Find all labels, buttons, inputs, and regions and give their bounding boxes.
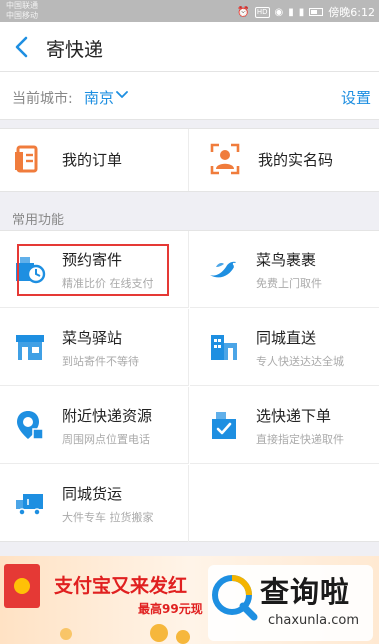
hd-icon: HD bbox=[254, 6, 270, 18]
my-id-code-button[interactable]: 我的实名码 bbox=[190, 129, 379, 191]
service-cainiao-station[interactable]: 菜鸟驿站 到站寄件不等待 bbox=[0, 309, 189, 386]
coin-icon bbox=[176, 630, 190, 644]
wifi-icon: ◉ bbox=[274, 6, 284, 18]
settings-link[interactable]: 设置 bbox=[341, 87, 371, 108]
status-time: 傍晚6:12 bbox=[328, 6, 375, 19]
carrier-2: 中国移动 bbox=[6, 11, 38, 20]
page-title: 寄快递 bbox=[46, 39, 104, 61]
service-subtitle: 专人快送达达全城 bbox=[256, 355, 344, 368]
chevron-down-icon[interactable] bbox=[116, 90, 128, 100]
service-subtitle: 直接指定快递取件 bbox=[256, 433, 344, 446]
carrier-1: 中国联通 bbox=[6, 1, 38, 10]
magnifier-logo-icon bbox=[212, 575, 258, 621]
coin-icon bbox=[60, 628, 72, 640]
watermark-domain: chaxunla.com bbox=[268, 613, 359, 628]
my-id-code-label: 我的实名码 bbox=[258, 151, 334, 169]
service-subtitle: 周围网点位置电话 bbox=[62, 433, 150, 446]
service-same-city-delivery[interactable]: 同城直送 专人快送达达全城 bbox=[190, 309, 379, 386]
my-orders-label: 我的订单 bbox=[62, 151, 123, 169]
service-subtitle: 到站寄件不等待 bbox=[62, 355, 139, 368]
service-cainiao-guoguo[interactable]: 菜鸟裹裹 免费上门取件 bbox=[190, 231, 379, 308]
banner-subtitle: 最高99元现 bbox=[138, 602, 203, 616]
id-scan-icon bbox=[210, 143, 240, 175]
service-title: 附近快递资源 bbox=[62, 407, 153, 425]
status-icons: ⏰ HD ◉ ▮ ▮ 傍晚6:12 bbox=[237, 4, 375, 20]
truck-icon bbox=[16, 494, 43, 516]
coin-icon bbox=[150, 624, 168, 642]
my-orders-button[interactable]: 我的订单 bbox=[0, 129, 189, 191]
city-selector[interactable]: 南京 bbox=[84, 87, 114, 108]
service-nearby-resources[interactable]: 附近快递资源 周围网点位置电话 bbox=[0, 387, 189, 464]
section-label: 常用功能 bbox=[12, 213, 65, 228]
station-icon bbox=[16, 335, 44, 360]
service-title: 菜鸟裹裹 bbox=[256, 251, 317, 269]
signal-2-icon: ▮ bbox=[298, 6, 305, 18]
service-title: 同城直送 bbox=[256, 329, 317, 347]
back-arrow-icon[interactable] bbox=[12, 35, 32, 59]
nav-bar: 寄快递 bbox=[0, 22, 379, 72]
city-buildings-icon bbox=[211, 335, 237, 360]
service-select-courier[interactable]: 选快递下单 直接指定快递取件 bbox=[190, 387, 379, 464]
service-city-freight[interactable]: 同城货运 大件专车 拉货搬家 bbox=[0, 465, 189, 542]
status-bar: 中国联通 中国移动 ⏰ HD ◉ ▮ ▮ 傍晚6:12 bbox=[0, 0, 379, 22]
service-title: 同城货运 bbox=[62, 485, 123, 503]
signal-icon: ▮ bbox=[288, 6, 294, 18]
battery-icon bbox=[309, 8, 324, 16]
service-title: 菜鸟驿站 bbox=[62, 329, 123, 347]
order-document-icon bbox=[15, 145, 38, 173]
highlight-box bbox=[17, 244, 169, 296]
service-subtitle: 免费上门取件 bbox=[256, 277, 322, 290]
alarm-icon: ⏰ bbox=[237, 6, 250, 18]
select-courier-icon bbox=[212, 412, 236, 439]
red-envelope-icon bbox=[4, 564, 40, 608]
carrier-info: 中国联通 中国移动 bbox=[6, 1, 38, 21]
empty-grid-cell bbox=[190, 465, 379, 542]
banner-title: 支付宝又来发红 bbox=[54, 575, 188, 597]
location-pin-icon bbox=[17, 411, 44, 440]
cainiao-bird-icon bbox=[210, 261, 236, 278]
city-bar: 当前城市: 南京 设置 bbox=[0, 72, 379, 120]
city-label: 当前城市: bbox=[12, 91, 73, 107]
top-actions: 我的订单 我的实名码 bbox=[0, 128, 379, 192]
watermark-text: 查询啦 bbox=[260, 575, 351, 609]
service-title: 选快递下单 bbox=[256, 407, 332, 425]
service-subtitle: 大件专车 拉货搬家 bbox=[62, 511, 154, 524]
watermark-logo: 查询啦 chaxunla.com bbox=[208, 565, 373, 641]
